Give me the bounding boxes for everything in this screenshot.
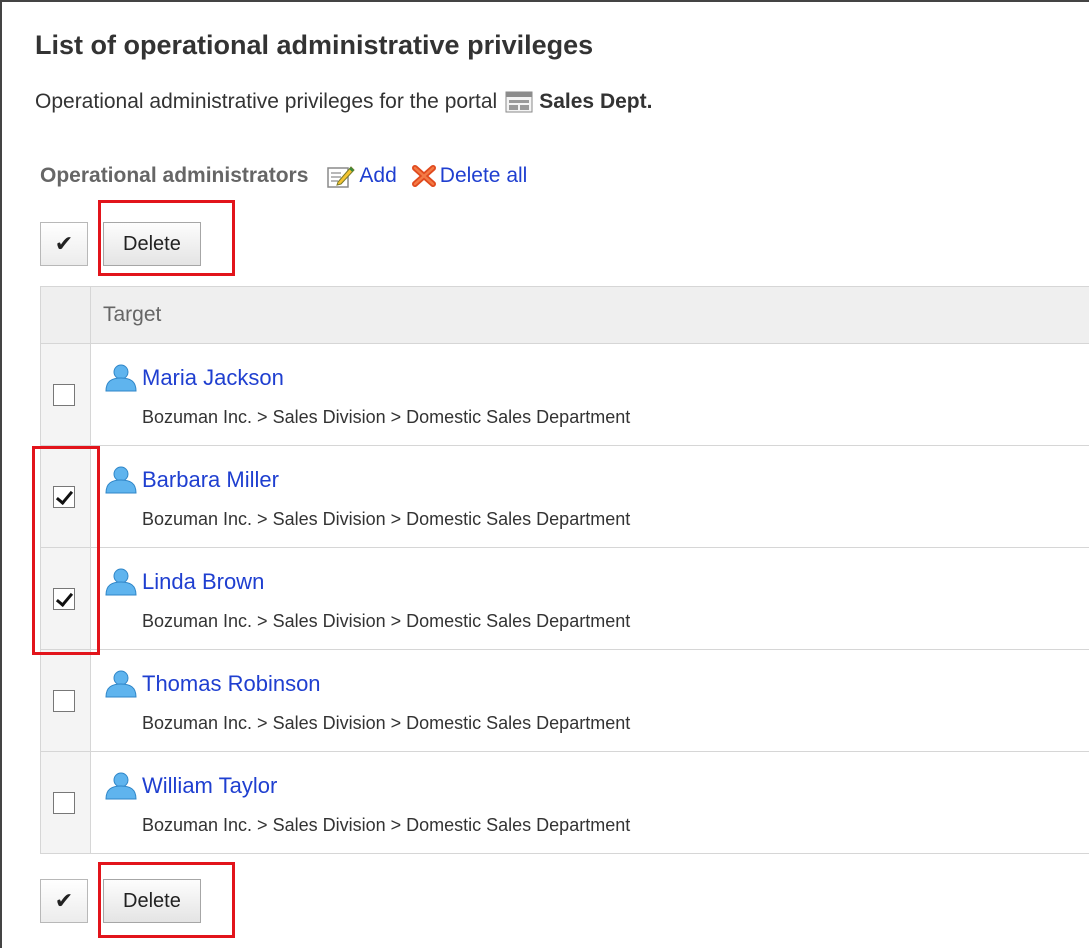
org-path: Bozuman Inc. > Sales Division > Domestic… bbox=[142, 815, 631, 835]
user-link[interactable]: Thomas Robinson bbox=[142, 671, 321, 697]
delete-all-link[interactable]: Delete all bbox=[440, 164, 528, 188]
delete-button-bottom[interactable]: Delete bbox=[103, 879, 201, 923]
row-checkbox[interactable] bbox=[53, 791, 75, 814]
table-row: William Taylor Bozuman Inc. > Sales Divi… bbox=[40, 751, 1089, 854]
delete-button[interactable]: Delete bbox=[103, 222, 201, 266]
org-path: Bozuman Inc. > Sales Division > Domestic… bbox=[142, 611, 631, 631]
row-check-cell bbox=[40, 751, 91, 854]
row-checkbox[interactable] bbox=[53, 383, 75, 406]
user-link[interactable]: Maria Jackson bbox=[142, 365, 284, 391]
row-target-cell: Linda Brown Bozuman Inc. > Sales Divisio… bbox=[90, 547, 1089, 650]
table-row: Maria Jackson Bozuman Inc. > Sales Divis… bbox=[40, 343, 1089, 446]
portal-subtitle: Operational administrative privileges fo… bbox=[35, 90, 652, 114]
org-path: Bozuman Inc. > Sales Division > Domestic… bbox=[142, 407, 631, 427]
edit-icon bbox=[327, 166, 356, 188]
row-checkbox[interactable] bbox=[53, 587, 75, 610]
table-row: Barbara Miller Bozuman Inc. > Sales Divi… bbox=[40, 445, 1089, 548]
table-row: Thomas Robinson Bozuman Inc. > Sales Div… bbox=[40, 649, 1089, 752]
section-header: Operational administrators Add Delete al… bbox=[40, 163, 527, 189]
row-check-cell bbox=[40, 343, 91, 446]
row-checkbox[interactable] bbox=[53, 485, 75, 508]
header-check-cell bbox=[40, 286, 91, 344]
user-link[interactable]: Barbara Miller bbox=[142, 467, 279, 493]
header-target: Target bbox=[90, 286, 1089, 344]
bottom-toolbar: ✔ Delete bbox=[40, 879, 201, 923]
add-action[interactable]: Add bbox=[326, 163, 397, 189]
portal-icon bbox=[505, 91, 533, 113]
screen-frame: List of operational administrative privi… bbox=[0, 0, 1089, 948]
table-row: Linda Brown Bozuman Inc. > Sales Divisio… bbox=[40, 547, 1089, 650]
page-title: List of operational administrative privi… bbox=[35, 30, 594, 60]
org-path: Bozuman Inc. > Sales Division > Domestic… bbox=[142, 713, 631, 733]
row-target-cell: Thomas Robinson Bozuman Inc. > Sales Div… bbox=[90, 649, 1089, 752]
row-check-cell bbox=[40, 445, 91, 548]
delete-all-action[interactable]: Delete all bbox=[411, 164, 528, 188]
user-icon bbox=[105, 568, 137, 596]
select-all-button[interactable]: ✔ bbox=[40, 222, 88, 266]
add-link[interactable]: Add bbox=[359, 164, 396, 188]
user-link[interactable]: Linda Brown bbox=[142, 569, 264, 595]
user-icon bbox=[105, 670, 137, 698]
delete-x-icon bbox=[411, 165, 436, 187]
row-target-cell: Maria Jackson Bozuman Inc. > Sales Divis… bbox=[90, 343, 1089, 446]
row-target-cell: William Taylor Bozuman Inc. > Sales Divi… bbox=[90, 751, 1089, 854]
administrators-table: Target Maria Jackson Bozuman Inc. > Sale… bbox=[40, 286, 1089, 854]
row-check-cell bbox=[40, 547, 91, 650]
section-title: Operational administrators bbox=[40, 164, 309, 187]
portal-name: Sales Dept. bbox=[539, 90, 653, 113]
table-header-row: Target bbox=[40, 286, 1089, 344]
top-toolbar: ✔ Delete bbox=[40, 222, 201, 266]
select-all-button-bottom[interactable]: ✔ bbox=[40, 879, 88, 923]
row-target-cell: Barbara Miller Bozuman Inc. > Sales Divi… bbox=[90, 445, 1089, 548]
row-checkbox[interactable] bbox=[53, 689, 75, 712]
user-icon bbox=[105, 364, 137, 392]
user-icon bbox=[105, 772, 137, 800]
user-icon bbox=[105, 466, 137, 494]
row-check-cell bbox=[40, 649, 91, 752]
subtitle-text: Operational administrative privileges fo… bbox=[35, 90, 498, 113]
org-path: Bozuman Inc. > Sales Division > Domestic… bbox=[142, 509, 631, 529]
user-link[interactable]: William Taylor bbox=[142, 773, 277, 799]
